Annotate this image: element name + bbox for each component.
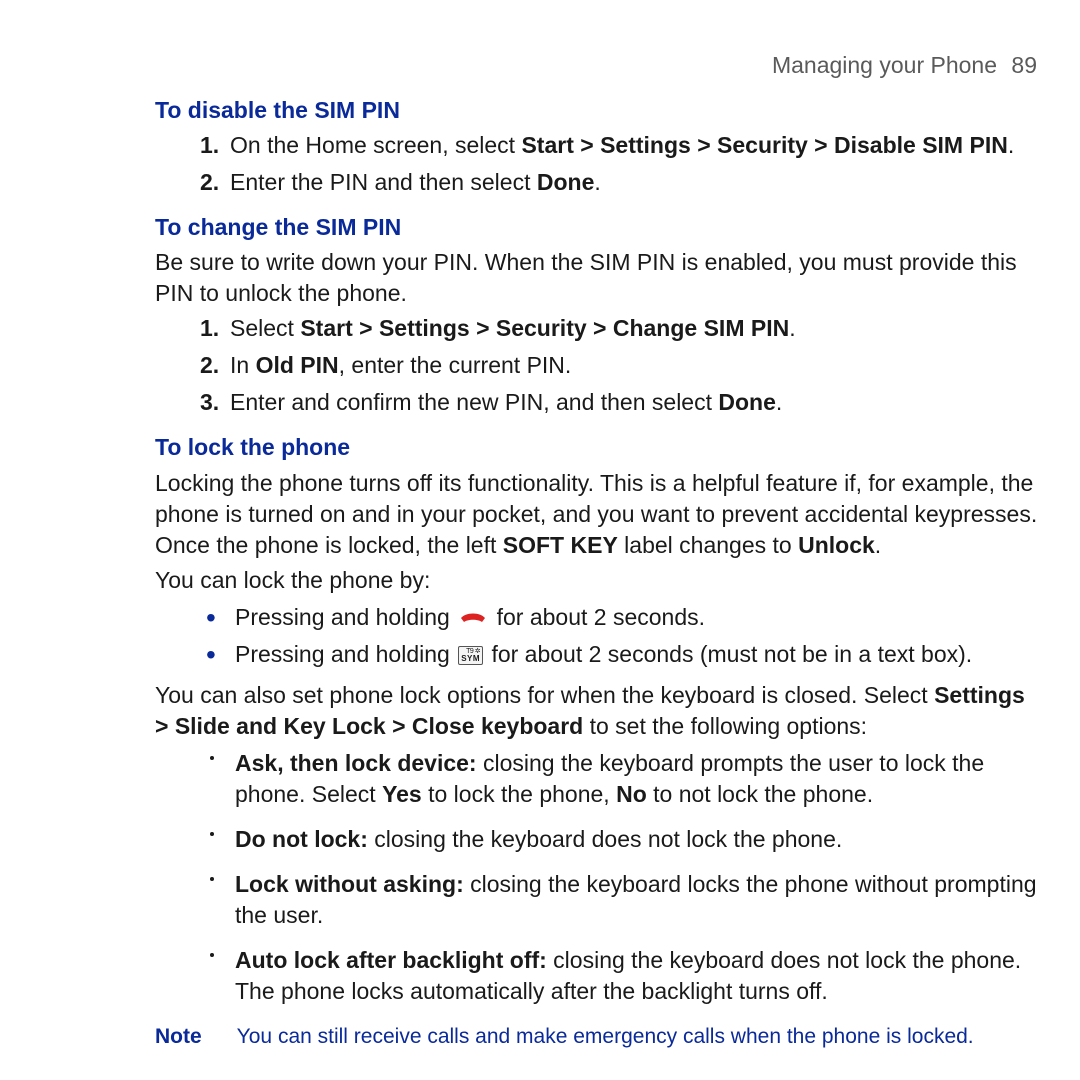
page-header: Managing your Phone 89 (40, 50, 1040, 81)
step-text-bold: Done (718, 389, 776, 415)
opt-bold: Do not lock: (235, 826, 368, 852)
step-marker: 3. (200, 387, 219, 418)
list-item: 1. On the Home screen, select Start > Se… (200, 130, 1040, 161)
lock-phone-para3: You can also set phone lock options for … (40, 680, 1040, 742)
page-number: 89 (1011, 52, 1037, 78)
step-marker: 1. (200, 313, 219, 344)
list-item: Lock without asking: closing the keyboar… (200, 869, 1040, 931)
step-text-bold: Start > Settings > Security > Change SIM… (300, 315, 789, 341)
opt-b2: Yes (382, 781, 422, 807)
p1e: . (875, 532, 881, 558)
opt-bold: Auto lock after backlight off: (235, 947, 547, 973)
b1b: for about 2 seconds. (490, 604, 705, 630)
note-text: You can still receive calls and make eme… (237, 1023, 974, 1051)
b1a: Pressing and holding (235, 604, 456, 630)
bullet-dot-icon (210, 877, 214, 881)
step-text-bold: Done (537, 169, 595, 195)
bullet-dot-icon: • (206, 604, 216, 632)
lock-options-list: Ask, then lock device: closing the keybo… (40, 748, 1040, 1007)
step-marker: 2. (200, 350, 219, 381)
end-call-icon (458, 610, 488, 628)
b2a: Pressing and holding (235, 641, 456, 667)
lock-by-list: • Pressing and holding for about 2 secon… (40, 602, 1040, 670)
step-text-post: . (776, 389, 782, 415)
p1c: label changes to (618, 532, 798, 558)
opt-bold: Ask, then lock device: (235, 750, 477, 776)
step-marker: 2. (200, 167, 219, 198)
note-row: Note You can still receive calls and mak… (40, 1023, 1040, 1051)
list-item: 2. In Old PIN, enter the current PIN. (200, 350, 1040, 381)
p1d: Unlock (798, 532, 875, 558)
opt-bold: Lock without asking: (235, 871, 464, 897)
opt-b3: No (616, 781, 647, 807)
step-text-post: . (1008, 132, 1014, 158)
change-sim-pin-steps: 1. Select Start > Settings > Security > … (40, 313, 1040, 418)
opt-post: to not lock the phone. (647, 781, 873, 807)
p1b: SOFT KEY (503, 532, 618, 558)
list-item: 2. Enter the PIN and then select Done. (200, 167, 1040, 198)
list-item: Do not lock: closing the keyboard does n… (200, 824, 1040, 855)
change-sim-pin-intro: Be sure to write down your PIN. When the… (40, 247, 1040, 309)
step-text-pre: Enter the PIN and then select (230, 169, 537, 195)
list-item: • Pressing and holding T9 ✲SYM for about… (200, 639, 1040, 670)
bullet-dot-icon (210, 953, 214, 957)
p3a: You can also set phone lock options for … (155, 682, 934, 708)
step-text-bold: Old PIN (256, 352, 339, 378)
step-text-post: , enter the current PIN. (339, 352, 572, 378)
lock-phone-para2: You can lock the phone by: (40, 565, 1040, 596)
step-text-pre: On the Home screen, select (230, 132, 521, 158)
opt-pre: closing the keyboard does not lock the p… (368, 826, 842, 852)
opt-mid: to lock the phone, (422, 781, 616, 807)
list-item: 3. Enter and confirm the new PIN, and th… (200, 387, 1040, 418)
step-marker: 1. (200, 130, 219, 161)
header-title: Managing your Phone (772, 52, 997, 78)
note-label: Note (155, 1023, 202, 1051)
list-item: Auto lock after backlight off: closing t… (200, 945, 1040, 1007)
sym-key-icon: T9 ✲SYM (458, 646, 483, 665)
step-text-bold: Start > Settings > Security > Disable SI… (521, 132, 1007, 158)
lock-phone-para1: Locking the phone turns off its function… (40, 468, 1040, 561)
change-sim-pin-title: To change the SIM PIN (40, 212, 1040, 243)
step-text-post: . (594, 169, 600, 195)
disable-sim-pin-title: To disable the SIM PIN (40, 95, 1040, 126)
bullet-dot-icon: • (206, 641, 216, 669)
disable-sim-pin-steps: 1. On the Home screen, select Start > Se… (40, 130, 1040, 198)
sym-bot: SYM (461, 655, 480, 663)
bullet-dot-icon (210, 756, 214, 760)
b2b: for about 2 seconds (must not be in a te… (485, 641, 972, 667)
list-item: Ask, then lock device: closing the keybo… (200, 748, 1040, 810)
p3c: to set the following options: (583, 713, 867, 739)
bullet-dot-icon (210, 832, 214, 836)
list-item: 1. Select Start > Settings > Security > … (200, 313, 1040, 344)
step-text-pre: Enter and confirm the new PIN, and then … (230, 389, 718, 415)
lock-phone-title: To lock the phone (40, 432, 1040, 463)
step-text-post: . (789, 315, 795, 341)
list-item: • Pressing and holding for about 2 secon… (200, 602, 1040, 633)
step-text-pre: Select (230, 315, 300, 341)
step-text-pre: In (230, 352, 256, 378)
